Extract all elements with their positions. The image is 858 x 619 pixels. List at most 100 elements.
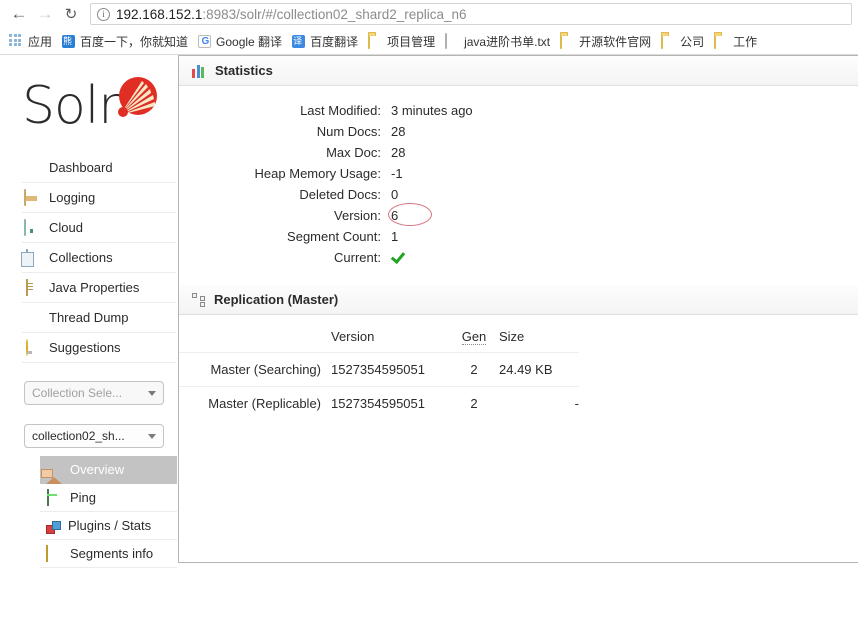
- plugins-icon: [46, 519, 61, 534]
- bookmarks-bar: 应用 百度一下，你就知道 Google 翻译 百度翻译 项目管理 java进阶书…: [0, 28, 858, 55]
- dashboard-icon: [24, 160, 40, 176]
- browser-nav-bar: ← → ↻ i 192.168.152.1:8983/solr/#/collec…: [0, 0, 858, 28]
- stat-key: Segment Count:: [287, 229, 381, 244]
- stat-value: 0: [391, 187, 399, 202]
- stat-value: [391, 247, 473, 269]
- forward-arrow-icon[interactable]: →: [32, 1, 58, 27]
- stat-value: -1: [391, 166, 403, 181]
- num-docs-value: 28: [391, 124, 406, 139]
- collection-selector[interactable]: Collection Sele...: [24, 381, 164, 405]
- statistics-header: Statistics: [179, 56, 858, 86]
- solr-wordmark: Solr: [22, 76, 120, 136]
- sidebar-item-dashboard[interactable]: Dashboard: [22, 153, 176, 183]
- col-gen: Gen: [449, 325, 499, 353]
- row-gen: 2: [470, 396, 478, 411]
- stat-key: Version:: [334, 208, 381, 223]
- folder-icon: [714, 33, 728, 49]
- table-row: Max Doc: 28: [179, 142, 473, 163]
- sidebar-item-collections[interactable]: Collections: [22, 243, 176, 273]
- solr-sunburst-icon: [118, 77, 157, 117]
- selector-group: Collection Sele...: [24, 381, 178, 405]
- collections-icon: [24, 248, 40, 266]
- statistics-table: Last Modified: 3 minutes ago Num Docs: 2…: [179, 100, 473, 269]
- sidebar-item-overview[interactable]: Overview: [40, 456, 177, 484]
- chevron-down-icon: [148, 390, 156, 396]
- ping-icon: [46, 488, 62, 506]
- bookmark-folder-opensource[interactable]: 开源软件官网: [555, 30, 656, 52]
- sidebar-item-label: Logging: [49, 190, 96, 205]
- bookmark-label: 项目管理: [387, 34, 436, 49]
- back-arrow-icon[interactable]: ←: [6, 1, 32, 27]
- home-icon: [46, 461, 62, 484]
- col-blank: [179, 325, 331, 353]
- col-size: Size: [499, 329, 525, 344]
- java-properties-icon: [24, 278, 40, 296]
- row-size: -: [574, 396, 579, 411]
- sidebar-item-ping[interactable]: Ping: [40, 484, 177, 512]
- table-header-row: Version Gen Size: [179, 325, 579, 353]
- table-row: Segment Count: 1: [179, 226, 473, 247]
- bookmark-baidu[interactable]: 百度一下，你就知道: [57, 30, 193, 52]
- bookmark-baidu-fanyi[interactable]: 百度翻译: [287, 30, 363, 52]
- sidebar-item-label: Plugins / Stats: [68, 518, 152, 533]
- bookmark-label: 工作: [733, 34, 758, 49]
- bookmark-label: java进阶书单.txt: [464, 34, 551, 49]
- stat-value: 6: [391, 208, 399, 223]
- folder-icon: [661, 33, 675, 49]
- sidebar-item-cloud[interactable]: Cloud: [22, 213, 176, 243]
- stat-value: 28: [391, 145, 406, 160]
- core-selector[interactable]: collection02_sh...: [24, 424, 164, 448]
- bookmark-label: 百度翻译: [310, 34, 359, 49]
- table-row: Heap Memory Usage: -1: [179, 163, 473, 184]
- sidebar-item-segments-info[interactable]: Segments info: [40, 540, 177, 568]
- site-info-icon[interactable]: i: [97, 7, 110, 21]
- table-row: Deleted Docs: 0: [179, 184, 473, 205]
- cloud-icon: [24, 218, 40, 236]
- sidebar-item-label: Overview: [70, 462, 125, 477]
- row-gen: 2: [470, 362, 478, 377]
- core-selector-group: collection02_sh...: [24, 424, 178, 448]
- green-checkmark-icon: [391, 250, 404, 263]
- table-row: Version: 6: [179, 205, 473, 226]
- bookmark-folder-company[interactable]: 公司: [656, 30, 709, 52]
- bookmark-folder-work[interactable]: 工作: [709, 30, 762, 52]
- sidebar-item-suggestions[interactable]: Suggestions: [22, 333, 176, 363]
- sidebar-item-java-properties[interactable]: Java Properties: [22, 273, 176, 303]
- solr-logo[interactable]: Solr: [22, 73, 172, 139]
- bookmark-apps[interactable]: 应用: [4, 30, 57, 52]
- table-row: Master (Replicable) 1527354595051 2 -: [179, 386, 579, 421]
- sidebar-item-label: Thread Dump: [49, 310, 129, 325]
- stat-key: Num Docs:: [316, 124, 381, 139]
- row-label: Master (Replicable): [208, 396, 321, 411]
- table-row: Num Docs: 28: [179, 121, 473, 142]
- sidebar: Solr Dashboard Logging Cloud Collections…: [0, 55, 178, 568]
- bookmark-folder-project[interactable]: 项目管理: [363, 30, 440, 52]
- browser-chrome: ← → ↻ i 192.168.152.1:8983/solr/#/collec…: [0, 0, 858, 55]
- row-label: Master (Searching): [210, 362, 321, 377]
- baidu-fanyi-icon: [292, 34, 306, 48]
- baidu-icon: [62, 34, 76, 48]
- stat-key: Deleted Docs:: [299, 187, 381, 202]
- apps-grid-icon: [9, 34, 23, 48]
- stat-key: Max Doc:: [326, 145, 381, 160]
- sidebar-item-label: Segments info: [70, 546, 154, 561]
- bookmark-google-translate[interactable]: Google 翻译: [193, 30, 287, 52]
- core-selector-value: collection02_sh...: [32, 429, 125, 443]
- table-row: Current:: [179, 247, 473, 269]
- address-bar[interactable]: i 192.168.152.1:8983/solr/#/collection02…: [90, 3, 852, 25]
- sidebar-item-thread-dump[interactable]: Thread Dump: [22, 303, 176, 333]
- table-row: Last Modified: 3 minutes ago: [179, 100, 473, 121]
- sidebar-item-plugins-stats[interactable]: Plugins / Stats: [40, 512, 177, 540]
- core-sub-menu: Overview Ping Plugins / Stats Segments i…: [40, 456, 177, 568]
- main-content: Statistics Last Modified: 3 minutes ago …: [178, 55, 858, 563]
- table-row: Master (Searching) 1527354595051 2 24.49…: [179, 352, 579, 387]
- row-size: 24.49 KB: [499, 362, 553, 377]
- bookmark-java-doc[interactable]: java进阶书单.txt: [440, 30, 555, 52]
- main-menu: Dashboard Logging Cloud Collections Java…: [22, 153, 176, 363]
- collection-selector-value: Collection Sele...: [32, 386, 123, 400]
- sidebar-item-logging[interactable]: Logging: [22, 183, 176, 213]
- reload-icon[interactable]: ↻: [58, 1, 84, 27]
- stat-key: Last Modified:: [300, 103, 381, 118]
- replication-header: Replication (Master): [179, 285, 858, 315]
- document-icon: [445, 33, 459, 49]
